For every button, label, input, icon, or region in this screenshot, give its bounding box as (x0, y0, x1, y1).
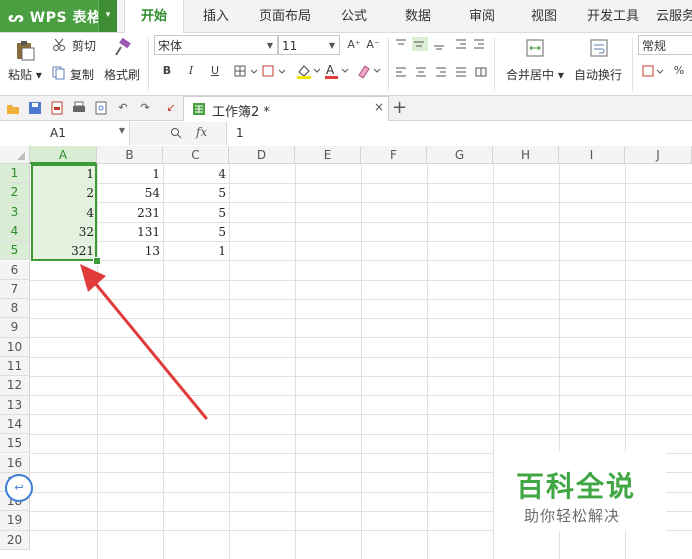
watermark: 百科全说 助你轻松解决 (494, 451, 666, 531)
watermark-title: 百科全说 (516, 470, 637, 503)
floating-assistant-button[interactable]: ↩ (5, 474, 33, 502)
watermark-subtitle: 助你轻松解决 (524, 507, 621, 525)
